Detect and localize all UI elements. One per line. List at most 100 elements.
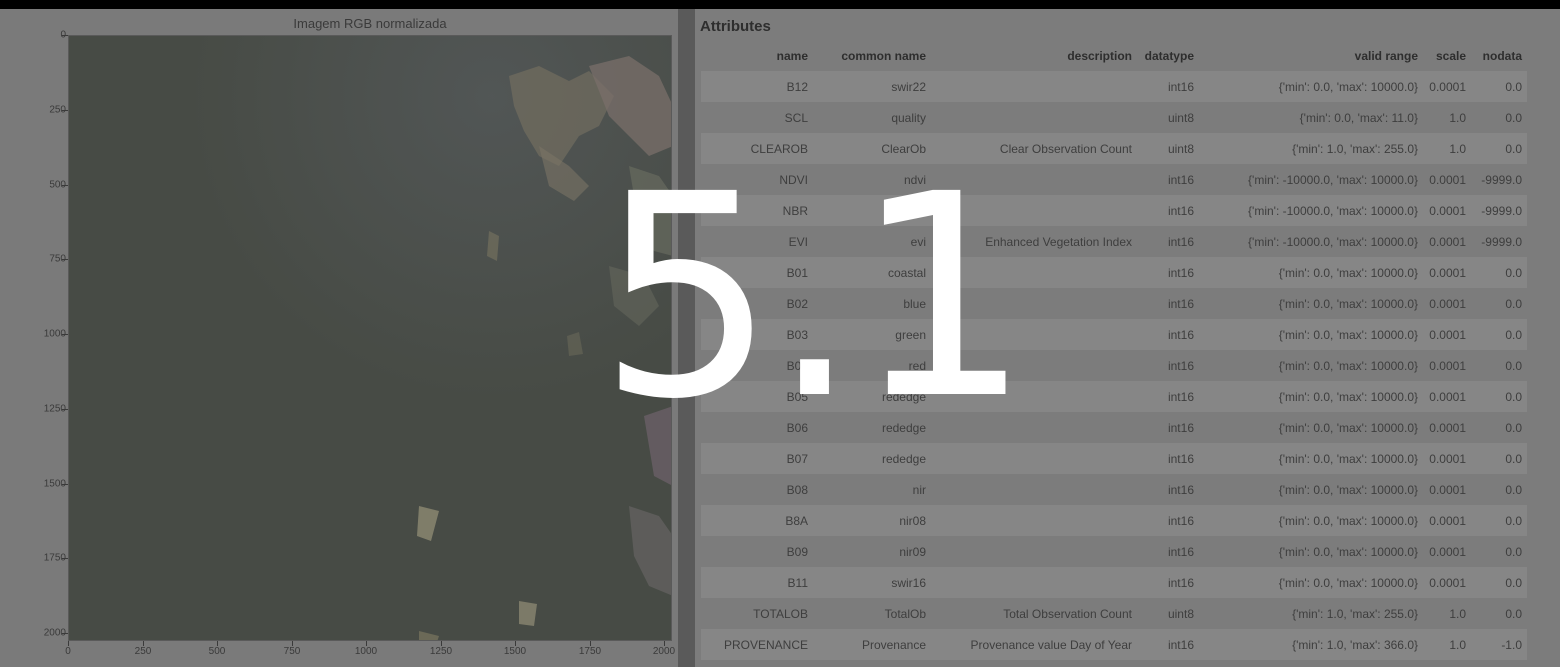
cell-valid-range: {'min': -10000.0, 'max': 10000.0}	[1248, 234, 1418, 249]
cell-valid-range: {'min': 0.0, 'max': 10000.0}	[1278, 451, 1418, 466]
cell-description: Provenance value Day of Year	[970, 637, 1132, 652]
cell-name: SCL	[784, 110, 808, 125]
cell-valid-range: {'min': 0.0, 'max': 10000.0}	[1278, 389, 1418, 404]
cell-description: Total Observation Count	[1003, 606, 1132, 621]
column-header-description[interactable]: description	[931, 41, 1137, 71]
cell-valid-range: {'min': 0.0, 'max': 10000.0}	[1278, 575, 1418, 590]
cell-nodata: -9999.0	[1481, 172, 1522, 187]
cell-nodata: 0.0	[1505, 513, 1522, 528]
satellite-rgb-image-graphic	[69, 36, 671, 640]
cell-nodata: 0.0	[1505, 420, 1522, 435]
y-tick-label: 0	[60, 29, 66, 41]
x-tick-label: 750	[283, 646, 301, 657]
cell-datatype: int16	[1167, 451, 1194, 466]
cell-common-name: nir09	[899, 544, 926, 559]
cell-name: B11	[787, 575, 808, 590]
column-header-common-name[interactable]: common name	[813, 41, 931, 71]
cell-nodata: -1.0	[1501, 637, 1522, 652]
cell-valid-range: {'min': 0.0, 'max': 10000.0}	[1278, 482, 1418, 497]
cell-datatype: uint8	[1167, 606, 1194, 621]
cell-nodata: 0.0	[1505, 110, 1522, 125]
cell-description	[931, 505, 1137, 536]
cell-nodata: 0.0	[1505, 482, 1522, 497]
cell-valid-range: {'min': 0.0, 'max': 10000.0}	[1278, 358, 1418, 373]
cell-description	[931, 474, 1137, 505]
cell-scale: 0.0001	[1429, 420, 1466, 435]
cell-datatype: int16	[1167, 513, 1194, 528]
cell-valid-range: {'min': 0.0, 'max': 10000.0}	[1278, 79, 1418, 94]
cell-scale: 1.0	[1449, 141, 1466, 156]
cell-datatype: int16	[1167, 203, 1194, 218]
cell-nodata: 0.0	[1505, 358, 1522, 373]
cell-scale: 0.0001	[1429, 358, 1466, 373]
column-header-valid-range[interactable]: valid range	[1199, 41, 1423, 71]
cell-scale: 1.0	[1449, 110, 1466, 125]
cell-valid-range: {'min': -10000.0, 'max': 10000.0}	[1248, 172, 1418, 187]
cell-description	[931, 536, 1137, 567]
cell-nodata: -9999.0	[1481, 234, 1522, 249]
x-tick-label: 500	[208, 646, 226, 657]
x-tick-label: 1000	[354, 646, 378, 657]
column-header-datatype[interactable]: datatype	[1137, 41, 1199, 71]
cell-valid-range: {'min': 0.0, 'max': 10000.0}	[1278, 265, 1418, 280]
y-tick-label: 1000	[43, 328, 66, 340]
cell-valid-range: {'min': 1.0, 'max': 255.0}	[1292, 606, 1418, 621]
cell-scale: 0.0001	[1429, 265, 1466, 280]
cell-common-name: TotalOb	[884, 606, 926, 621]
cell-name: B8A	[785, 513, 808, 528]
cell-valid-range: {'min': 0.0, 'max': 10000.0}	[1278, 544, 1418, 559]
cell-datatype: uint8	[1167, 110, 1194, 125]
cell-nodata: 0.0	[1505, 575, 1522, 590]
x-tick-label: 1500	[503, 646, 527, 657]
cell-name: PROVENANCE	[723, 637, 808, 652]
cell-datatype: int16	[1167, 575, 1194, 590]
cell-nodata: 0.0	[1505, 544, 1522, 559]
cell-scale: 0.0001	[1429, 482, 1466, 497]
cell-scale: 1.0	[1449, 637, 1466, 652]
cell-scale: 0.0001	[1429, 513, 1466, 528]
cell-scale: 0.0001	[1429, 544, 1466, 559]
cell-description	[931, 102, 1137, 133]
cell-name: B09	[786, 544, 808, 559]
image-plot-panel: Imagem RGB normalizada 0 250 500 750 100…	[0, 9, 678, 667]
x-tick-label: 2000	[652, 646, 676, 657]
cell-datatype: int16	[1167, 637, 1194, 652]
cell-valid-range: {'min': 0.0, 'max': 10000.0}	[1278, 327, 1418, 342]
column-header-scale[interactable]: scale	[1423, 41, 1471, 71]
y-tick-label: 1500	[43, 478, 66, 490]
cell-common-name: nir	[912, 482, 926, 497]
cell-datatype: int16	[1167, 420, 1194, 435]
y-tick-label: 500	[49, 179, 66, 191]
cell-name: B08	[786, 482, 808, 497]
cell-datatype: int16	[1167, 234, 1194, 249]
satellite-rgb-image	[68, 35, 672, 641]
cell-nodata: 0.0	[1505, 296, 1522, 311]
cell-valid-range: {'min': 0.0, 'max': 10000.0}	[1278, 296, 1418, 311]
cell-datatype: uint8	[1167, 141, 1194, 156]
cell-valid-range: {'min': 0.0, 'max': 10000.0}	[1278, 420, 1418, 435]
cell-description	[931, 71, 1137, 102]
cell-scale: 0.0001	[1429, 327, 1466, 342]
cell-scale: 0.0001	[1429, 451, 1466, 466]
cell-common-name: swir22	[891, 79, 926, 94]
cell-datatype: int16	[1167, 389, 1194, 404]
attributes-heading: Attributes	[700, 18, 771, 35]
column-header-name[interactable]: name	[701, 41, 813, 71]
column-header-nodata[interactable]: nodata	[1471, 41, 1527, 71]
y-tick-label: 250	[49, 104, 66, 116]
cell-common-name: Provenance	[861, 637, 926, 652]
cell-nodata: 0.0	[1505, 389, 1522, 404]
cell-datatype: int16	[1167, 79, 1194, 94]
cell-scale: 0.0001	[1429, 203, 1466, 218]
x-tick-label: 250	[134, 646, 152, 657]
overlay-version-number: 5.1	[598, 135, 1031, 461]
cell-datatype: int16	[1167, 265, 1194, 280]
y-tick-label: 750	[49, 253, 66, 265]
cell-scale: 0.0001	[1429, 389, 1466, 404]
cell-name: B12	[786, 79, 808, 94]
x-tick-label: 1750	[578, 646, 602, 657]
cell-nodata: 0.0	[1505, 265, 1522, 280]
y-tick-label: 2000	[43, 627, 66, 639]
cell-nodata: 0.0	[1505, 327, 1522, 342]
cell-scale: 0.0001	[1429, 79, 1466, 94]
